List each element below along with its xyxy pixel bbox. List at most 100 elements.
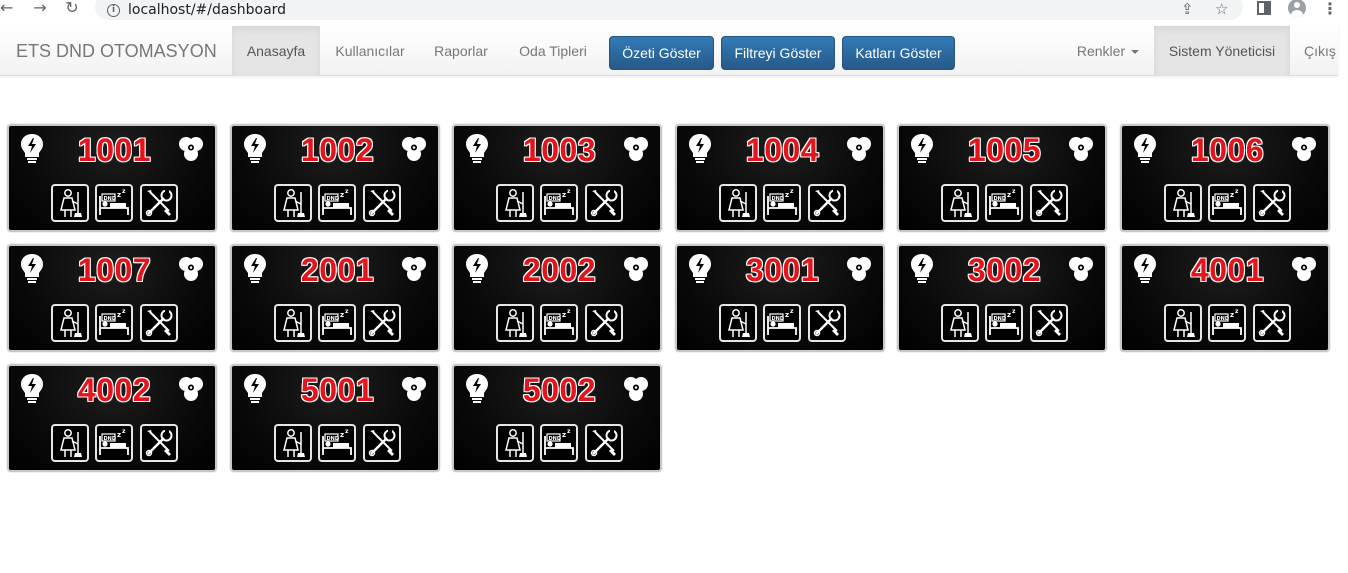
lightbulb-icon[interactable] <box>909 133 935 163</box>
fan-icon[interactable] <box>1290 255 1318 283</box>
room-card-1005[interactable]: 1005 DND z z <box>897 124 1107 232</box>
housekeeping-icon[interactable] <box>719 304 757 342</box>
lightbulb-icon[interactable] <box>464 133 490 163</box>
lightbulb-icon[interactable] <box>19 253 45 283</box>
housekeeping-icon[interactable] <box>496 184 534 222</box>
dnd-sleep-bed-icon[interactable]: DND z z <box>95 424 133 462</box>
share-icon[interactable]: ⇪ <box>1181 0 1194 18</box>
lightbulb-icon[interactable] <box>464 253 490 283</box>
user-menu[interactable]: Sistem Yöneticisi <box>1154 26 1290 76</box>
show-filter-button[interactable]: Filtreyi Göster <box>721 36 835 70</box>
fan-icon[interactable] <box>1067 135 1095 163</box>
nav-item-oda-tipleri[interactable]: Oda Tipleri <box>508 26 598 76</box>
maintenance-tools-icon[interactable] <box>363 304 401 342</box>
fan-icon[interactable] <box>177 135 205 163</box>
lightbulb-icon[interactable] <box>687 253 713 283</box>
room-card-2002[interactable]: 2002 DND z z <box>452 244 662 352</box>
fan-icon[interactable] <box>400 375 428 403</box>
maintenance-tools-icon[interactable] <box>363 424 401 462</box>
fan-icon[interactable] <box>622 135 650 163</box>
room-card-4002[interactable]: 4002 DND z z <box>7 364 217 472</box>
fan-icon[interactable] <box>400 255 428 283</box>
room-card-5002[interactable]: 5002 DND z z <box>452 364 662 472</box>
lightbulb-icon[interactable] <box>242 133 268 163</box>
side-panel-icon[interactable] <box>1257 0 1271 16</box>
housekeeping-icon[interactable] <box>274 304 312 342</box>
dnd-sleep-bed-icon[interactable]: DND z z <box>95 184 133 222</box>
fan-icon[interactable] <box>1290 135 1318 163</box>
profile-avatar[interactable] <box>1288 0 1306 17</box>
room-card-1001[interactable]: 1001 DND z z <box>7 124 217 232</box>
maintenance-tools-icon[interactable] <box>1253 304 1291 342</box>
dnd-sleep-bed-icon[interactable]: DND z z <box>540 184 578 222</box>
maintenance-tools-icon[interactable] <box>140 424 178 462</box>
lightbulb-icon[interactable] <box>1132 133 1158 163</box>
lightbulb-icon[interactable] <box>909 253 935 283</box>
dnd-sleep-bed-icon[interactable]: DND z z <box>763 304 801 342</box>
maintenance-tools-icon[interactable] <box>363 184 401 222</box>
room-card-1006[interactable]: 1006 DND z z <box>1120 124 1330 232</box>
room-card-1002[interactable]: 1002 DND z z <box>230 124 440 232</box>
housekeeping-icon[interactable] <box>274 184 312 222</box>
housekeeping-icon[interactable] <box>941 184 979 222</box>
maintenance-tools-icon[interactable] <box>585 184 623 222</box>
show-floors-button[interactable]: Katları Göster <box>842 36 955 70</box>
maintenance-tools-icon[interactable] <box>1030 184 1068 222</box>
fan-icon[interactable] <box>177 255 205 283</box>
lightbulb-icon[interactable] <box>19 133 45 163</box>
colors-dropdown[interactable]: Renkler <box>1066 26 1150 76</box>
fan-icon[interactable] <box>622 375 650 403</box>
maintenance-tools-icon[interactable] <box>1253 184 1291 222</box>
show-summary-button[interactable]: Özeti Göster <box>609 36 714 70</box>
logout-link[interactable]: Çıkış <box>1296 26 1338 76</box>
housekeeping-icon[interactable] <box>1164 184 1202 222</box>
room-card-3002[interactable]: 3002 DND z z <box>897 244 1107 352</box>
brand-logo-text[interactable]: ETS DND OTOMASYON <box>16 26 217 76</box>
maintenance-tools-icon[interactable] <box>808 184 846 222</box>
dnd-sleep-bed-icon[interactable]: DND z z <box>985 304 1023 342</box>
maintenance-tools-icon[interactable] <box>140 184 178 222</box>
fan-icon[interactable] <box>400 135 428 163</box>
room-card-1004[interactable]: 1004 DND z z <box>675 124 885 232</box>
fan-icon[interactable] <box>845 255 873 283</box>
dnd-sleep-bed-icon[interactable]: DND z z <box>318 184 356 222</box>
reload-icon[interactable]: ↻ <box>58 0 86 18</box>
dnd-sleep-bed-icon[interactable]: DND z z <box>1208 304 1246 342</box>
room-card-3001[interactable]: 3001 DND z z <box>675 244 885 352</box>
bookmark-star-icon[interactable]: ☆ <box>1215 0 1228 18</box>
housekeeping-icon[interactable] <box>274 424 312 462</box>
dnd-sleep-bed-icon[interactable]: DND z z <box>1208 184 1246 222</box>
lightbulb-icon[interactable] <box>19 373 45 403</box>
lightbulb-icon[interactable] <box>242 373 268 403</box>
room-card-5001[interactable]: 5001 DND z z <box>230 364 440 472</box>
lightbulb-icon[interactable] <box>464 373 490 403</box>
fan-icon[interactable] <box>177 375 205 403</box>
dnd-sleep-bed-icon[interactable]: DND z z <box>985 184 1023 222</box>
housekeeping-icon[interactable] <box>51 424 89 462</box>
nav-item-anasayfa[interactable]: Anasayfa <box>232 26 320 76</box>
nav-item-kullanicilar[interactable]: Kullanıcılar <box>324 26 416 76</box>
dnd-sleep-bed-icon[interactable]: DND z z <box>540 424 578 462</box>
housekeeping-icon[interactable] <box>51 184 89 222</box>
maintenance-tools-icon[interactable] <box>585 424 623 462</box>
fan-icon[interactable] <box>1067 255 1095 283</box>
dnd-sleep-bed-icon[interactable]: DND z z <box>318 304 356 342</box>
fan-icon[interactable] <box>845 135 873 163</box>
dnd-sleep-bed-icon[interactable]: DND z z <box>763 184 801 222</box>
housekeeping-icon[interactable] <box>719 184 757 222</box>
housekeeping-icon[interactable] <box>1164 304 1202 342</box>
nav-item-raporlar[interactable]: Raporlar <box>424 26 498 76</box>
lightbulb-icon[interactable] <box>1132 253 1158 283</box>
room-card-1003[interactable]: 1003 DND z z <box>452 124 662 232</box>
site-info-icon[interactable]: i <box>107 3 120 17</box>
lightbulb-icon[interactable] <box>242 253 268 283</box>
dnd-sleep-bed-icon[interactable]: DND z z <box>95 304 133 342</box>
housekeeping-icon[interactable] <box>496 304 534 342</box>
address-bar[interactable]: i localhost/#/dashboard ⇪ ☆ <box>95 0 1243 20</box>
maintenance-tools-icon[interactable] <box>808 304 846 342</box>
maintenance-tools-icon[interactable] <box>1030 304 1068 342</box>
maintenance-tools-icon[interactable] <box>585 304 623 342</box>
housekeeping-icon[interactable] <box>941 304 979 342</box>
housekeeping-icon[interactable] <box>496 424 534 462</box>
lightbulb-icon[interactable] <box>687 133 713 163</box>
